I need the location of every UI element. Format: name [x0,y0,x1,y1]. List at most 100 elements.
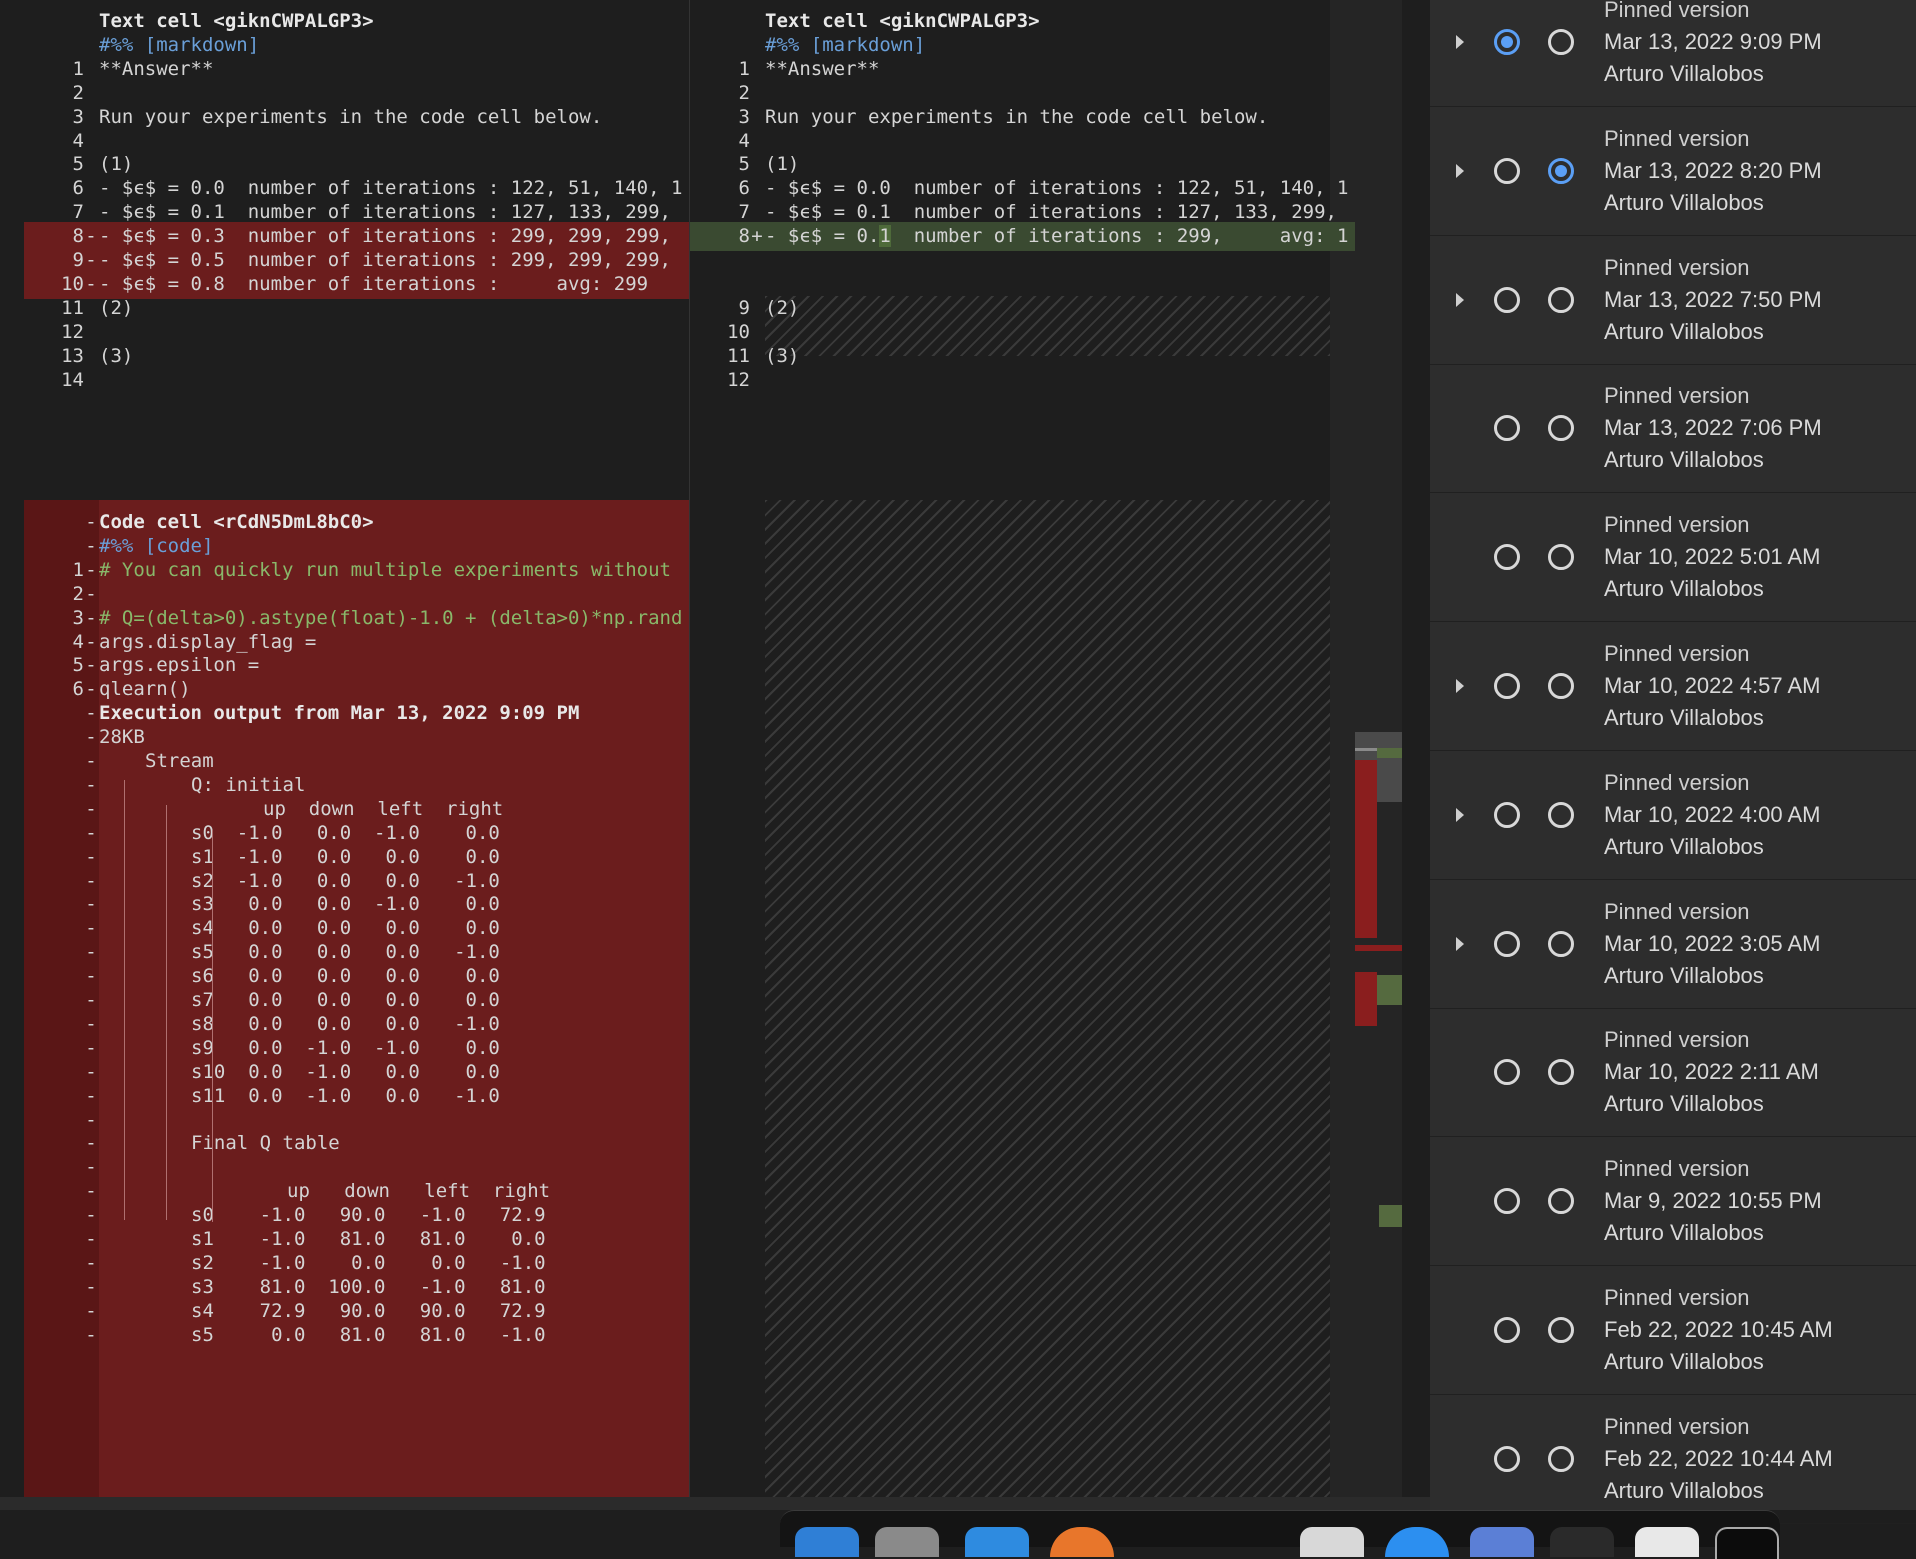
compare-left-radio[interactable] [1494,286,1520,313]
compare-right-radio[interactable] [1548,29,1574,55]
version-date: Mar 10, 2022 2:11 AM [1604,1059,1819,1085]
version-date: Feb 22, 2022 10:44 AM [1604,1445,1833,1471]
version-history-sidebar: Pinned version Mar 13, 2022 9:09 PM Arturo… [1430,0,1916,1524]
line-text: - $ϵ$ = 0.1 number of iterations : 299, … [765,222,1348,251]
horizontal-scrollbar[interactable] [0,1497,1430,1510]
overview-inserted-marker [1379,1205,1402,1227]
expand-caret-icon[interactable] [1456,163,1464,178]
version-label: Pinned version [1604,1285,1750,1310]
compare-left-radio[interactable] [1494,1445,1520,1472]
compare-left-radio[interactable] [1494,415,1520,442]
compare-right-radio[interactable] [1548,1445,1574,1472]
version-author: Arturo Villalobos [1604,833,1764,859]
compare-left-radio[interactable] [1494,1317,1520,1343]
diff-overview-ruler[interactable] [1355,0,1402,1497]
version-author: Arturo Villalobos [1604,447,1764,473]
version-date: Mar 13, 2022 7:06 PM [1604,415,1822,441]
version-item[interactable]: Pinned version Mar 10, 2022 2:11 AM Arturo… [1430,1008,1916,1138]
compare-right-radio[interactable] [1548,157,1574,184]
version-label: Pinned version [1604,1413,1750,1439]
table-row[interactable]: - s5 0.0 81.0 81.0 -1.0 [24,1321,689,1350]
version-info: Pinned version Mar 13, 2022 9:09 PM Arturo… [1604,0,1822,90]
code-line[interactable]: 14 [24,366,689,395]
version-item[interactable]: Pinned version Mar 10, 2022 3:05 AM Arturo… [1430,880,1916,1009]
version-item[interactable]: Pinned version Feb 22, 2022 10:44 AM Artur… [1430,1395,1916,1524]
compare-right-radio[interactable] [1548,1317,1574,1343]
expand-caret-icon[interactable] [1456,807,1464,822]
diff-left-pane[interactable]: Text cell <giknCWPALGP3> #%% [markdown] 1 *… [24,0,689,1497]
version-info: Pinned version Mar 10, 2022 3:05 AM Arturo… [1604,896,1820,992]
compare-right-radio[interactable] [1548,1188,1574,1215]
finder-app-icon[interactable] [795,1527,859,1557]
compare-left-radio[interactable] [1494,544,1520,571]
version-date: Mar 10, 2022 4:00 AM [1604,801,1821,827]
tree-guide [166,805,167,1220]
version-date: Mar 13, 2022 7:50 PM [1604,286,1822,312]
compare-right-radio[interactable] [1548,801,1574,828]
version-item[interactable]: Pinned version Feb 22, 2022 10:45 AM Artur… [1430,1266,1916,1395]
version-label: Pinned version [1604,383,1750,409]
compare-right-radio[interactable] [1548,544,1574,571]
xcode-app-icon[interactable] [965,1527,1029,1557]
compare-right-radio[interactable] [1548,930,1574,957]
version-item[interactable]: Pinned version Mar 10, 2022 4:00 AM Arturo… [1430,751,1916,880]
compare-right-radio[interactable] [1548,1059,1574,1086]
version-item[interactable]: Pinned version Mar 10, 2022 4:57 AM Arturo… [1430,622,1916,751]
version-author: Arturo Villalobos [1604,962,1764,988]
code-line[interactable]: 12 [690,366,1355,395]
line-number: 14 [61,368,84,391]
version-item[interactable]: Pinned version Mar 10, 2022 5:01 AM Arturo… [1430,493,1916,623]
version-info: Pinned version Mar 9, 2022 10:55 PM Arturo… [1604,1153,1822,1249]
compare-right-radio[interactable] [1548,673,1574,699]
diff-marker: - [85,1323,97,1346]
compare-right-radio[interactable] [1548,286,1574,313]
tree-guide [124,780,125,1220]
version-date: Feb 22, 2022 10:45 AM [1604,1317,1833,1342]
version-date: Mar 13, 2022 9:09 PM [1604,29,1822,54]
music-app-icon[interactable] [1550,1527,1614,1557]
expand-caret-icon[interactable] [1456,292,1464,307]
vscode-app-icon[interactable] [1635,1527,1699,1557]
version-item[interactable]: Pinned version Mar 13, 2022 7:50 PM Arturo… [1430,236,1916,365]
version-date: Mar 9, 2022 10:55 PM [1604,1188,1822,1214]
compare-left-radio[interactable] [1494,801,1520,828]
overview-deleted-marker [1355,760,1377,938]
version-item[interactable]: Pinned version Mar 9, 2022 10:55 PM Arturo… [1430,1137,1916,1267]
settings-app-icon[interactable] [875,1527,939,1557]
diff-right-pane[interactable]: Text cell <giknCWPALGP3> #%% [markdown] 1 *… [690,0,1355,1497]
compare-left-radio[interactable] [1494,673,1520,699]
overview-deleted-marker [1355,972,1377,1026]
macos-dock [780,1510,1780,1559]
version-info: Pinned version Mar 10, 2022 4:57 AM Arturo… [1604,638,1820,734]
expand-caret-icon[interactable] [1456,679,1464,693]
version-item[interactable]: Pinned version Mar 13, 2022 7:06 PM Arturo… [1430,364,1916,494]
version-info: Pinned version Mar 10, 2022 4:00 AM Arturo… [1604,767,1820,863]
compare-right-radio[interactable] [1548,415,1574,442]
version-author: Arturo Villalobos [1604,1477,1764,1503]
version-label: Pinned version [1604,254,1750,280]
version-date: Mar 10, 2022 3:05 AM [1604,930,1821,956]
version-date: Mar 10, 2022 5:01 AM [1604,544,1821,570]
safari-app-icon[interactable] [1385,1527,1449,1557]
pages-app-icon[interactable] [1300,1527,1364,1557]
version-item[interactable]: Pinned version Mar 13, 2022 9:09 PM Arturo… [1430,0,1916,107]
compare-left-radio[interactable] [1494,157,1520,184]
version-info: Pinned version Mar 13, 2022 7:06 PM Arturo… [1604,380,1822,476]
expand-caret-icon[interactable] [1456,936,1464,951]
version-item[interactable]: Pinned version Mar 13, 2022 8:20 PM Arturo… [1430,107,1916,236]
version-info: Pinned version Mar 13, 2022 8:20 PM Arturo… [1604,123,1822,219]
overview-inserted-marker [1377,748,1402,758]
firefox-app-icon[interactable] [1050,1527,1114,1557]
inserted-line[interactable]: 8 + - $ϵ$ = 0.1 number of iterations : 299… [690,222,1355,252]
compare-left-radio[interactable] [1494,29,1520,55]
overview-deleted-marker [1355,945,1402,951]
version-info: Pinned version Mar 10, 2022 5:01 AM Arturo… [1604,509,1820,605]
overview-inserted-marker [1377,975,1402,1005]
expand-caret-icon[interactable] [1456,35,1464,49]
docs-app-icon[interactable] [1470,1527,1534,1557]
compare-left-radio[interactable] [1494,930,1520,957]
compare-left-radio[interactable] [1494,1188,1520,1215]
compare-left-radio[interactable] [1494,1059,1520,1086]
terminal-app-icon[interactable] [1715,1527,1779,1559]
placeholder-hatch-code [765,500,1355,1497]
